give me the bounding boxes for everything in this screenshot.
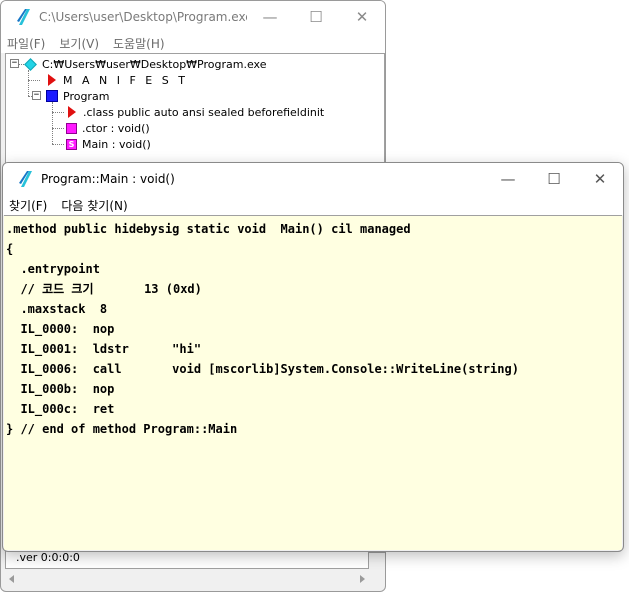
- main-window-title: C:\Users\user\Desktop\Program.exe -...: [39, 10, 247, 24]
- close-button[interactable]: ✕: [577, 163, 623, 195]
- tree-node-manifest[interactable]: M A N I F E S T: [46, 72, 188, 88]
- ildasm-app-icon: [19, 171, 32, 187]
- class-info-triangle-icon: [68, 106, 76, 118]
- menu-find-next[interactable]: 다음 찾기(N): [61, 197, 127, 214]
- code-line: IL_000b: nop: [6, 382, 115, 396]
- class-icon: [46, 90, 58, 102]
- collapse-root-toggle[interactable]: −: [10, 59, 19, 68]
- tree-connector: [52, 128, 64, 129]
- assembly-diamond-icon: [24, 57, 37, 71]
- code-line: } // end of method Program::Main: [6, 422, 238, 436]
- code-line: IL_0001: ldstr "hi": [6, 342, 202, 356]
- tree-connector: [28, 80, 40, 81]
- menu-find[interactable]: 찾기(F): [9, 197, 47, 214]
- code-line: IL_0000: nop: [6, 322, 115, 336]
- minimize-button[interactable]: —: [247, 1, 293, 33]
- method-icon: [66, 122, 77, 134]
- minimize-button[interactable]: —: [485, 163, 531, 195]
- maximize-button[interactable]: ☐: [293, 1, 339, 33]
- manifest-triangle-icon: [48, 74, 56, 86]
- tree-connector: [52, 102, 53, 144]
- ildasm-app-icon: [17, 9, 30, 25]
- collapse-program-toggle[interactable]: −: [32, 91, 41, 100]
- tree-node-main[interactable]: S Main : void(): [66, 136, 151, 152]
- scroll-left-icon[interactable]: [9, 575, 14, 583]
- main-menubar: 파일(F) 보기(V) 도움말(H): [1, 33, 385, 53]
- main-window-titlebar[interactable]: C:\Users\user\Desktop\Program.exe -... —…: [1, 1, 385, 33]
- maximize-button[interactable]: ☐: [531, 163, 577, 195]
- tree-node-ctor[interactable]: .ctor : void(): [66, 120, 150, 136]
- disassembly-window: Program::Main : void() — ☐ ✕ 찾기(F) 다음 찾기…: [2, 162, 624, 552]
- code-line: IL_0006: call void [mscorlib]System.Cons…: [6, 362, 519, 376]
- scroll-right-icon[interactable]: [360, 575, 365, 583]
- disassembly-menubar: 찾기(F) 다음 찾기(N): [3, 195, 623, 215]
- close-button[interactable]: ✕: [339, 1, 385, 33]
- code-line: IL_000c: ret: [6, 402, 115, 416]
- version-text: .ver 0:0:0:0: [16, 551, 80, 564]
- disassembly-window-title: Program::Main : void(): [41, 172, 175, 186]
- tree-connector: [52, 112, 64, 113]
- code-line: .method public hidebysig static void Mai…: [6, 222, 411, 236]
- code-line: .maxstack 8: [6, 302, 108, 316]
- menu-view[interactable]: 보기(V): [59, 35, 99, 52]
- tree-node-root[interactable]: C:₩Users₩user₩Desktop₩Program.exe: [24, 56, 266, 72]
- static-method-icon: S: [66, 138, 77, 150]
- menu-file[interactable]: 파일(F): [7, 35, 45, 52]
- horizontal-scrollbar[interactable]: [5, 571, 369, 587]
- il-code-view[interactable]: .method public hidebysig static void Mai…: [4, 215, 622, 550]
- disassembly-window-titlebar[interactable]: Program::Main : void() — ☐ ✕: [3, 163, 623, 195]
- menu-help[interactable]: 도움말(H): [113, 35, 165, 52]
- tree-node-class-declaration[interactable]: .class public auto ansi sealed beforefie…: [66, 104, 324, 120]
- code-line: // 코드 크기 13 (0xd): [6, 282, 202, 296]
- tree-node-program[interactable]: Program: [46, 88, 109, 104]
- code-line: {: [6, 242, 14, 256]
- tree-connector: [28, 70, 29, 96]
- code-line: .entrypoint: [6, 262, 100, 276]
- tree-connector: [52, 144, 64, 145]
